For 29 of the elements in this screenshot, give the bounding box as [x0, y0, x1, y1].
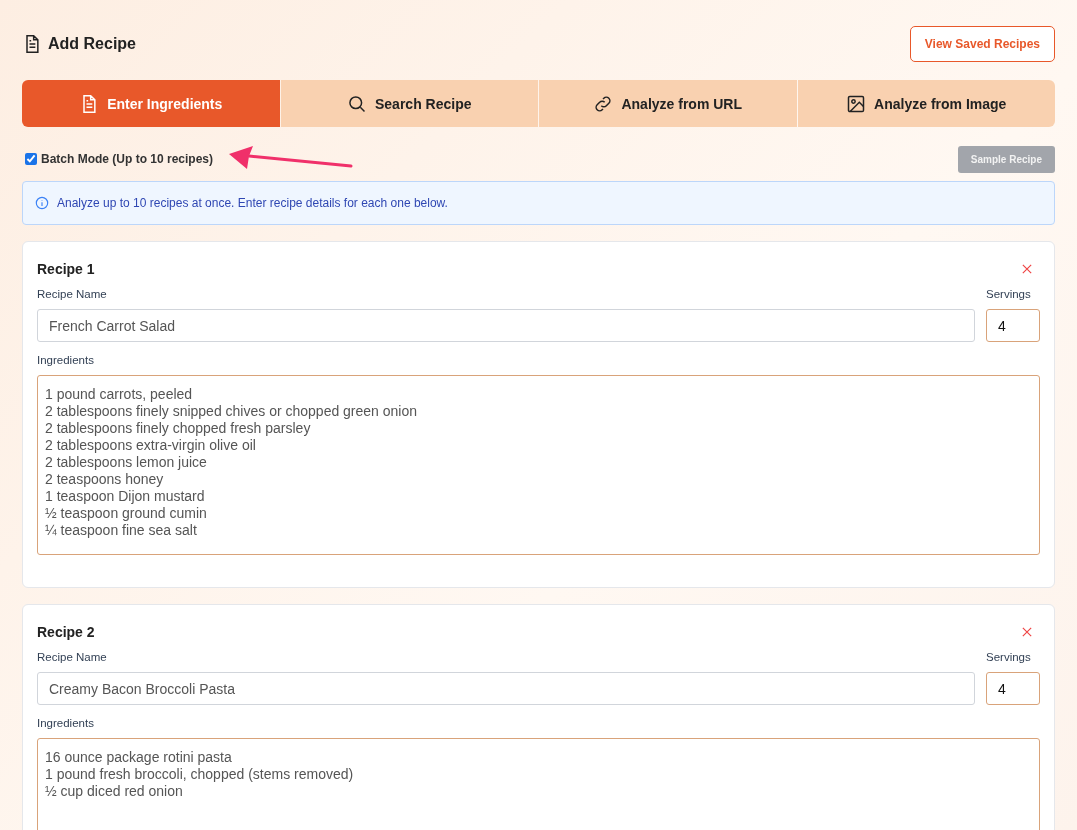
field-label: Recipe Name	[37, 288, 107, 300]
servings-field[interactable]: 4	[986, 309, 1040, 342]
recipe-name-field[interactable]: Creamy Bacon Broccoli Pasta	[37, 672, 975, 705]
field-label: Ingredients	[37, 717, 95, 729]
info-icon	[35, 196, 49, 210]
link-icon	[593, 93, 614, 114]
tab[interactable]: Enter Ingredients	[22, 80, 280, 127]
field-label: Servings	[986, 288, 1031, 300]
search-icon	[347, 93, 367, 114]
tab[interactable]: Analyze from URL	[539, 80, 797, 127]
servings-field[interactable]: 4	[986, 672, 1040, 705]
batch-mode-checkbox[interactable]	[25, 153, 37, 165]
ingredients-field[interactable]: 16 ounce package rotini pasta 1 pound fresh broccoli, chopped (stems removed) ½ cup diced red onion	[37, 738, 1040, 830]
image-icon	[846, 93, 867, 114]
ingredients-field[interactable]: 1 pound carrots, peeled 2 tablespoons finely snipped chives or chopped green onion 2 tablespoons finely chopped fresh parsley 2 tablespoons extra-virgin olive oil 2 tablespoons lemon juice 2 teaspoons honey 1 teaspoon Dijon mustard ½ teaspoon ground cumin ¼ teaspoon fine sea salt	[37, 375, 1040, 555]
recipe-title: Recipe 1	[37, 261, 95, 277]
recipe-name-field[interactable]: French Carrot Salad	[37, 309, 975, 342]
close-icon[interactable]	[1022, 627, 1032, 637]
recipe-title: Recipe 2	[37, 624, 95, 640]
field-label: Ingredients	[37, 354, 95, 366]
field-label: Recipe Name	[37, 651, 107, 663]
batch-mode-label: Batch Mode (Up to 10 recipes)	[41, 152, 214, 166]
info-text: Analyze up to 10 recipes at once. Enter recipe details for each one below.	[57, 196, 448, 210]
tab[interactable]: Search Recipe	[280, 80, 538, 127]
tab[interactable]: Analyze from Image	[797, 80, 1055, 127]
close-icon[interactable]	[1022, 264, 1032, 274]
field-label: Servings	[986, 651, 1031, 663]
view-saved-recipes-button[interactable]: View Saved Recipes	[909, 26, 1055, 62]
page-title: Add Recipe	[48, 35, 136, 53]
